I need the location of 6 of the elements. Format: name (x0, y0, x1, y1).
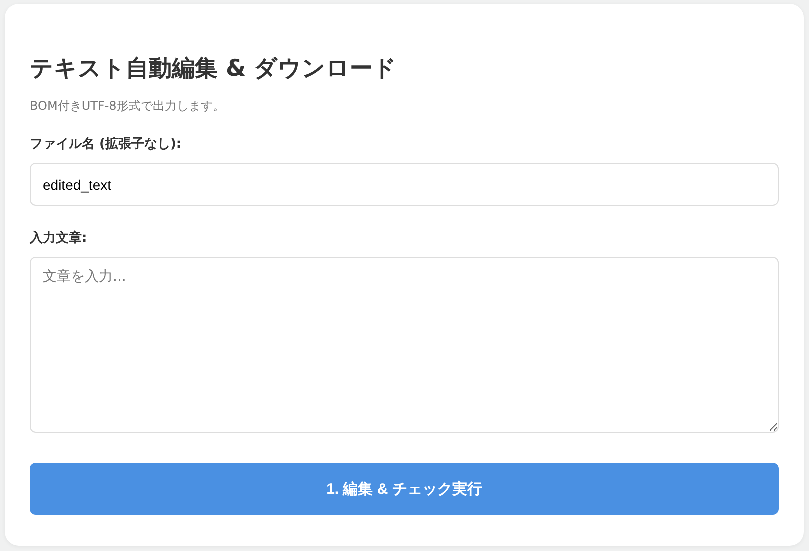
page-title: テキスト自動編集 & ダウンロード (30, 55, 398, 84)
subtitle-text: BOM付きUTF-8形式で出力します。 (30, 98, 226, 114)
text-input-label: 入力文章: (30, 230, 88, 248)
filename-input[interactable]: edited_text (30, 163, 779, 206)
text-input-area[interactable]: 文章を入力... (30, 257, 779, 433)
filename-label: ファイル名 (拡張子なし): (30, 136, 183, 154)
